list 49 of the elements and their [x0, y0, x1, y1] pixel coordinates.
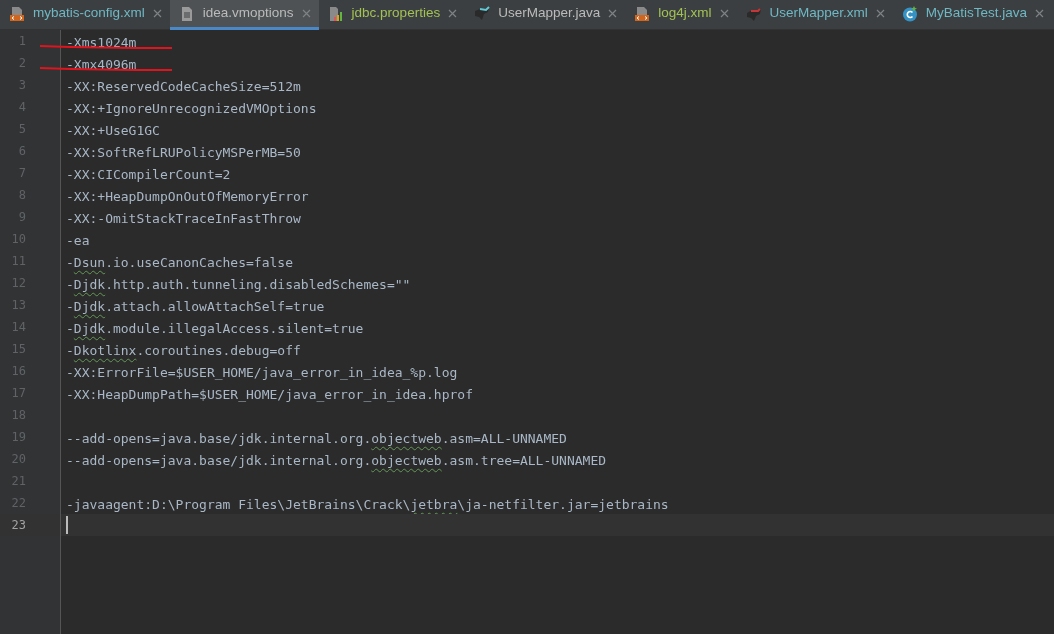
- file-tab[interactable]: idea.vmoptions: [169, 0, 319, 30]
- close-icon[interactable]: [152, 9, 162, 18]
- file-tab[interactable]: MyBatisTest.java: [892, 0, 1053, 30]
- file-tab[interactable]: jdbc.properties: [318, 0, 466, 30]
- file-tab[interactable]: UserMapper.java: [465, 0, 626, 30]
- file-tab[interactable]: UserMapper.xml: [736, 0, 893, 30]
- code-line: -Djdk.attach.allowAttachSelf=true: [65, 298, 325, 316]
- code-line: -Dsun.io.useCanonCaches=false: [65, 254, 293, 272]
- code-line: -XX:ReservedCodeCacheSize=512m: [65, 78, 301, 96]
- code-line: -javaagent:D:\Program Files\JetBrains\Crack\jetbra\ja-netfilter.jar=jetbrains: [65, 496, 669, 514]
- code-line: -Djdk.http.auth.tunneling.disabledSchemes="": [65, 276, 411, 294]
- code-line: -ea: [65, 232, 90, 250]
- code-line: -Djdk.module.illegalAccess.silent=true: [65, 320, 364, 338]
- close-icon[interactable]: [301, 9, 311, 18]
- code-line: -XX:CICompilerCount=2: [65, 166, 231, 184]
- tab-label: UserMapper.xml: [769, 4, 868, 23]
- close-icon[interactable]: [719, 9, 729, 18]
- file-code-icon: [9, 5, 25, 22]
- close-icon[interactable]: [448, 9, 458, 18]
- file-tab[interactable]: mybatis-config.xml: [0, 0, 170, 30]
- file-tab[interactable]: log4j.xml: [625, 0, 737, 30]
- close-icon[interactable]: [1035, 9, 1045, 18]
- bar-chart-icon: [327, 5, 344, 22]
- code-line: -Xmx4096m: [65, 56, 137, 74]
- tab-label: UserMapper.java: [498, 4, 601, 23]
- code-line: -Dkotlinx.coroutines.debug=off: [65, 342, 301, 360]
- code-line: -XX:+HeapDumpOnOutOfMemoryError: [65, 188, 309, 206]
- code-line: --add-opens=java.base/jdk.internal.org.objectweb.asm.tree=ALL-UNNAMED: [65, 452, 607, 470]
- code-line: -XX:SoftRefLRUPolicyMSPerMB=50: [65, 144, 301, 162]
- code-line: -XX:+IgnoreUnrecognizedVMOptions: [65, 100, 317, 118]
- code-line: -Xms1024m: [65, 34, 137, 52]
- file-code-icon: [634, 5, 651, 22]
- bird-icon: [745, 5, 762, 22]
- text-cursor: [66, 516, 68, 534]
- tab-label: mybatis-config.xml: [33, 4, 145, 23]
- close-icon[interactable]: [875, 9, 885, 18]
- tab-label: idea.vmoptions: [202, 4, 294, 23]
- code-line: -XX:HeapDumpPath=$USER_HOME/java_error_in_idea.hprof: [65, 386, 473, 404]
- bird-icon: [474, 5, 491, 22]
- code-line: -XX:ErrorFile=$USER_HOME/java_error_in_idea_%p.log: [65, 364, 458, 382]
- line-number: 23: [11, 518, 26, 532]
- tab-label: log4j.xml: [658, 4, 712, 23]
- code-line: --add-opens=java.base/jdk.internal.org.objectweb.asm=ALL-UNNAMED: [65, 430, 567, 448]
- close-icon[interactable]: [608, 9, 618, 18]
- code-line: -XX:+UseG1GC: [65, 122, 160, 140]
- code-line: -XX:-OmitStackTraceInFastThrow: [65, 210, 301, 228]
- tab-label: MyBatisTest.java: [925, 4, 1028, 23]
- class-icon: [901, 5, 918, 22]
- tab-label: jdbc.properties: [351, 4, 441, 23]
